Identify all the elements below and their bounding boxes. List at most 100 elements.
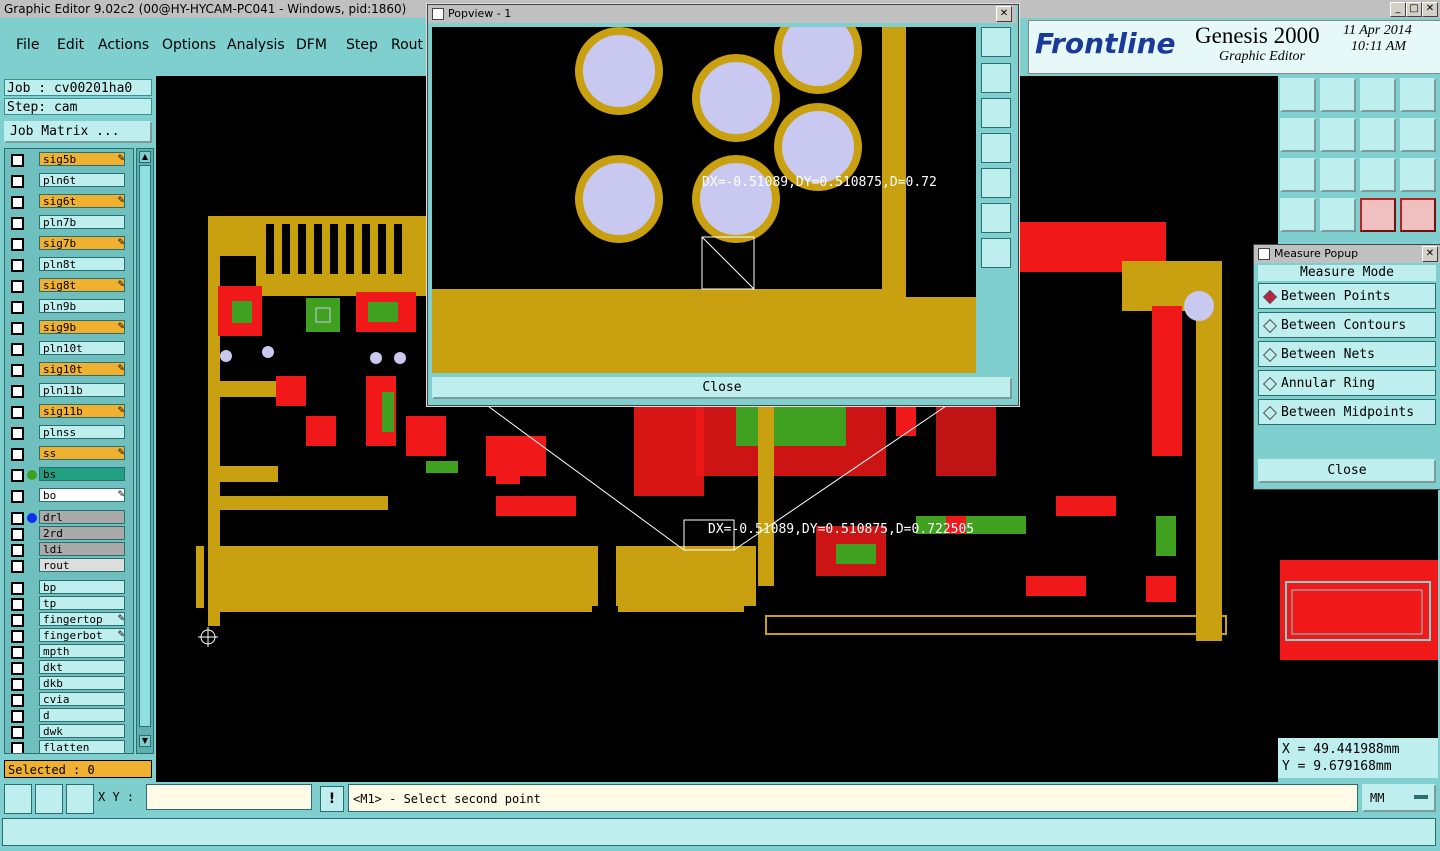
popview-tool-3[interactable] — [981, 98, 1011, 128]
layer-row-sig7b[interactable]: sig7b ✎ — [5, 235, 131, 253]
layer-checkbox[interactable] — [11, 582, 24, 595]
redo-zoom-icon[interactable] — [1400, 118, 1436, 152]
next-step-icon[interactable] — [1320, 118, 1356, 152]
popview-close-icon[interactable]: ✕ — [996, 6, 1012, 22]
grid-icon[interactable] — [66, 784, 94, 814]
layer-checkbox[interactable] — [11, 343, 24, 356]
layer-name[interactable]: ss — [39, 446, 125, 460]
popview-tool-1[interactable] — [981, 27, 1011, 57]
menu-rout[interactable]: Rout — [391, 37, 423, 53]
layer-name[interactable]: drl — [39, 510, 125, 524]
popview-tool-2[interactable] — [981, 63, 1011, 93]
scroll-down-icon[interactable]: ▼ — [139, 735, 151, 747]
layer-name[interactable]: cvia — [39, 692, 125, 706]
layer-row-plnss[interactable]: plnss — [5, 424, 131, 442]
layer-checkbox[interactable] — [11, 238, 24, 251]
layer-name[interactable]: pln6t — [39, 173, 125, 187]
popview-tool-6[interactable] — [981, 203, 1011, 233]
job-matrix-button[interactable]: Job Matrix ... — [4, 121, 152, 143]
layer-checkbox[interactable] — [11, 406, 24, 419]
layer-checkbox[interactable] — [11, 280, 24, 293]
zoom-area-icon[interactable] — [1320, 158, 1356, 192]
layer-row-ss[interactable]: ss ✎ — [5, 445, 131, 463]
layer-name[interactable]: sig8t — [39, 278, 125, 292]
measure-close-icon[interactable]: ✕ — [1422, 246, 1438, 262]
layer-checkbox[interactable] — [11, 512, 24, 525]
layer-row-sig8t[interactable]: sig8t ✎ — [5, 277, 131, 295]
fit-view-icon[interactable] — [1280, 158, 1316, 192]
layer-row-flatten[interactable]: flatten — [5, 739, 131, 753]
layer-row-sig5b[interactable]: sig5b ✎ — [5, 151, 131, 169]
layer-name[interactable]: sig11b — [39, 404, 125, 418]
layer-checkbox[interactable] — [11, 448, 24, 461]
measure-tool-icon[interactable] — [35, 784, 63, 814]
layer-checkbox[interactable] — [11, 196, 24, 209]
popview-tool-4[interactable] — [981, 133, 1011, 163]
options-icon[interactable] — [1280, 198, 1316, 232]
prev-step-icon[interactable] — [1280, 118, 1316, 152]
close-window-button[interactable]: ✕ — [1422, 2, 1438, 17]
layer-name[interactable]: dwk — [39, 724, 125, 738]
layer-list-scrollbar[interactable]: ▲ ▼ — [136, 148, 154, 754]
minimap[interactable] — [1280, 560, 1438, 660]
layer-checkbox[interactable] — [11, 662, 24, 675]
layer-name[interactable]: bo — [39, 488, 125, 502]
menu-actions[interactable]: Actions — [98, 37, 149, 53]
snap-icon[interactable] — [4, 784, 32, 814]
layer-checkbox[interactable] — [11, 322, 24, 335]
layer-checkbox[interactable] — [11, 427, 24, 440]
layer-name[interactable]: 2rd — [39, 526, 125, 540]
layer-row-pln11b[interactable]: pln11b — [5, 382, 131, 400]
layer-checkbox[interactable] — [11, 598, 24, 611]
minimize-button[interactable]: _ — [1390, 2, 1406, 17]
measure-close-button[interactable]: Close — [1258, 459, 1436, 483]
layer-row-rout[interactable]: rout — [5, 557, 131, 575]
layer-row-pln6t[interactable]: pln6t — [5, 172, 131, 190]
layer-name[interactable]: fingertop — [39, 612, 125, 626]
popview-tool-7[interactable] — [981, 238, 1011, 268]
layer-name[interactable]: sig10t — [39, 362, 125, 376]
measure-option-between-midpoints[interactable]: Between Midpoints — [1258, 399, 1436, 425]
layer-row-bo[interactable]: bo ✎ — [5, 487, 131, 505]
scroll-thumb[interactable] — [139, 165, 151, 727]
menu-dfm[interactable]: DFM — [296, 37, 327, 53]
layer-name[interactable]: sig7b — [39, 236, 125, 250]
layer-name[interactable]: sig6t — [39, 194, 125, 208]
layer-checkbox[interactable] — [11, 364, 24, 377]
layer-checkbox[interactable] — [11, 560, 24, 573]
menu-file[interactable]: File — [16, 37, 39, 53]
layer-checkbox[interactable] — [11, 175, 24, 188]
popview-canvas[interactable]: DX=-0.51089,DY=0.510875,D=0.72 — [432, 27, 976, 373]
image-icon[interactable] — [1400, 78, 1436, 112]
maximize-button[interactable]: □ — [1406, 2, 1422, 17]
layer-name[interactable]: sig5b — [39, 152, 125, 166]
layer-checkbox[interactable] — [11, 469, 24, 482]
layer-row-sig10t[interactable]: sig10t ✎ — [5, 361, 131, 379]
layer-checkbox[interactable] — [11, 259, 24, 272]
menu-step[interactable]: Step — [346, 37, 378, 53]
xy-input[interactable] — [146, 784, 312, 810]
ratio-icon[interactable] — [1360, 158, 1396, 192]
layer-checkbox[interactable] — [11, 646, 24, 659]
layer-checkbox[interactable] — [11, 742, 24, 753]
layer-name[interactable]: d — [39, 708, 125, 722]
layer-row-pln7b[interactable]: pln7b — [5, 214, 131, 232]
layer-name[interactable]: fingerbot — [39, 628, 125, 642]
layer-name[interactable]: dkt — [39, 660, 125, 674]
layer-row-pln9b[interactable]: pln9b — [5, 298, 131, 316]
layer-checkbox[interactable] — [11, 630, 24, 643]
layer-name[interactable]: pln11b — [39, 383, 125, 397]
compare-icon[interactable] — [1400, 198, 1436, 232]
layer-name[interactable]: plnss — [39, 425, 125, 439]
layer-checkbox[interactable] — [11, 528, 24, 541]
layer-name[interactable]: tp — [39, 596, 125, 610]
layer-row-sig11b[interactable]: sig11b ✎ — [5, 403, 131, 421]
job-name-field[interactable]: Job : cv00201ha0 — [4, 79, 152, 96]
layer-checkbox[interactable] — [11, 217, 24, 230]
layer-row-sig9b[interactable]: sig9b ✎ — [5, 319, 131, 337]
layer-name[interactable]: pln10t — [39, 341, 125, 355]
measure-option-between-contours[interactable]: Between Contours — [1258, 312, 1436, 338]
layer-row-pln10t[interactable]: pln10t — [5, 340, 131, 358]
netlist-icon[interactable] — [1360, 198, 1396, 232]
layer-name[interactable]: bs — [39, 467, 125, 481]
